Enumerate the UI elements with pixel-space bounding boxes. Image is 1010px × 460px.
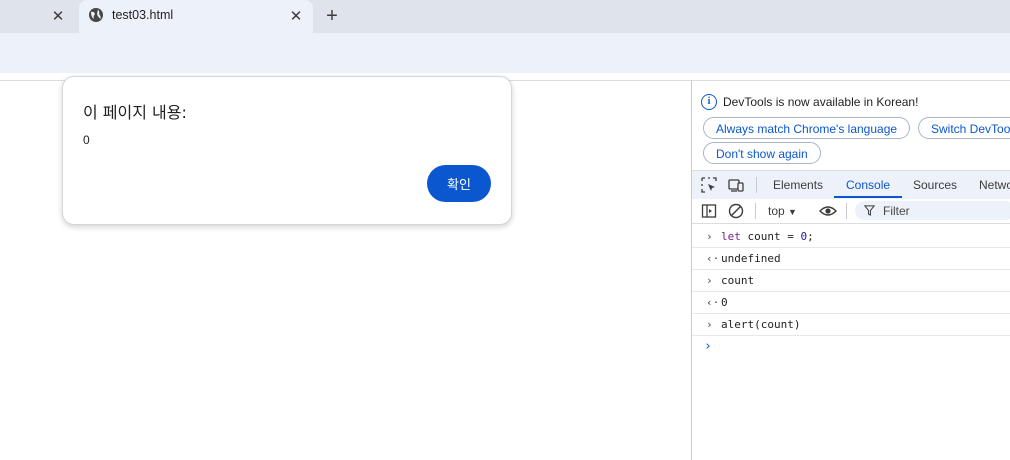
eye-icon[interactable] <box>819 203 837 219</box>
active-tab-indicator <box>834 196 902 198</box>
tab-strip: ✕ test03.html ✕ + <box>0 0 1010 33</box>
tab-console[interactable]: Console <box>846 178 890 192</box>
console-prompt[interactable]: › <box>692 336 1010 357</box>
globe-icon <box>89 8 103 22</box>
browser-toolbar <box>0 33 1010 73</box>
active-tab[interactable]: test03.html ✕ <box>79 0 313 33</box>
devtools-panel: i DevTools is now available in Korean! A… <box>691 81 1010 460</box>
switch-language-button[interactable]: Switch DevTools to Korean <box>918 117 1010 139</box>
new-tab-icon[interactable]: + <box>320 4 344 28</box>
console-text: alert(count) <box>721 318 801 331</box>
tab-sources[interactable]: Sources <box>913 178 957 192</box>
console-result: undefined <box>721 252 781 265</box>
previous-tab-close-icon[interactable]: ✕ <box>47 5 69 27</box>
toolbar-separator <box>846 203 847 219</box>
chevron-right-icon: › <box>706 230 713 243</box>
filter-icon <box>864 205 875 216</box>
dialog-title: 이 페이지 내용: <box>83 103 187 122</box>
language-infobar: i DevTools is now available in Korean! A… <box>692 81 1010 170</box>
dropdown-arrow-icon: ▼ <box>788 207 797 217</box>
chevron-right-icon: › <box>706 318 713 331</box>
console-line: › count <box>692 270 1010 292</box>
tab-network[interactable]: Network <box>979 178 1010 192</box>
dialog-message: 0 <box>83 133 90 147</box>
console-text: count <box>721 274 755 287</box>
chevron-right-icon: › <box>704 339 712 354</box>
filter-input[interactable]: Filter <box>855 201 1010 220</box>
context-label: top <box>768 204 785 218</box>
context-selector[interactable]: top ▼ <box>768 204 797 218</box>
console-line: ‹· 0 <box>692 292 1010 314</box>
inspect-element-icon[interactable] <box>701 177 717 193</box>
console-output: › let count = 0; ‹· undefined › count ‹·… <box>692 226 1010 357</box>
info-icon: i <box>701 94 717 110</box>
toolbar-separator <box>755 203 756 219</box>
chevron-left-icon: ‹· <box>706 252 720 265</box>
sidebar-toggle-icon[interactable] <box>701 203 717 219</box>
alert-dialog: 이 페이지 내용: 0 확인 <box>62 76 512 225</box>
infobar-message: DevTools is now available in Korean! <box>723 95 919 109</box>
always-match-language-button[interactable]: Always match Chrome's language <box>703 117 911 139</box>
console-line: ‹· undefined <box>692 248 1010 270</box>
tab-elements[interactable]: Elements <box>773 178 823 192</box>
console-text: let count = 0; <box>721 230 814 243</box>
chevron-left-icon: ‹· <box>706 296 720 309</box>
devtools-tab-bar: Elements Console Sources Network <box>692 170 1010 200</box>
console-result: 0 <box>721 296 728 309</box>
clear-console-icon[interactable] <box>728 203 744 219</box>
device-toolbar-icon[interactable] <box>728 177 744 193</box>
filter-placeholder: Filter <box>883 204 910 218</box>
tab-close-icon[interactable]: ✕ <box>285 5 307 27</box>
dont-show-again-button[interactable]: Don't show again <box>703 142 821 164</box>
page-viewport: 이 페이지 내용: 0 확인 <box>0 76 691 460</box>
console-toolbar: top ▼ Filter <box>692 199 1010 224</box>
chevron-right-icon: › <box>706 274 713 287</box>
console-line: › alert(count) <box>692 314 1010 336</box>
toolbar-separator <box>756 177 757 193</box>
ok-button[interactable]: 확인 <box>427 165 491 202</box>
tab-title: test03.html <box>112 8 174 22</box>
console-line: › let count = 0; <box>692 226 1010 248</box>
